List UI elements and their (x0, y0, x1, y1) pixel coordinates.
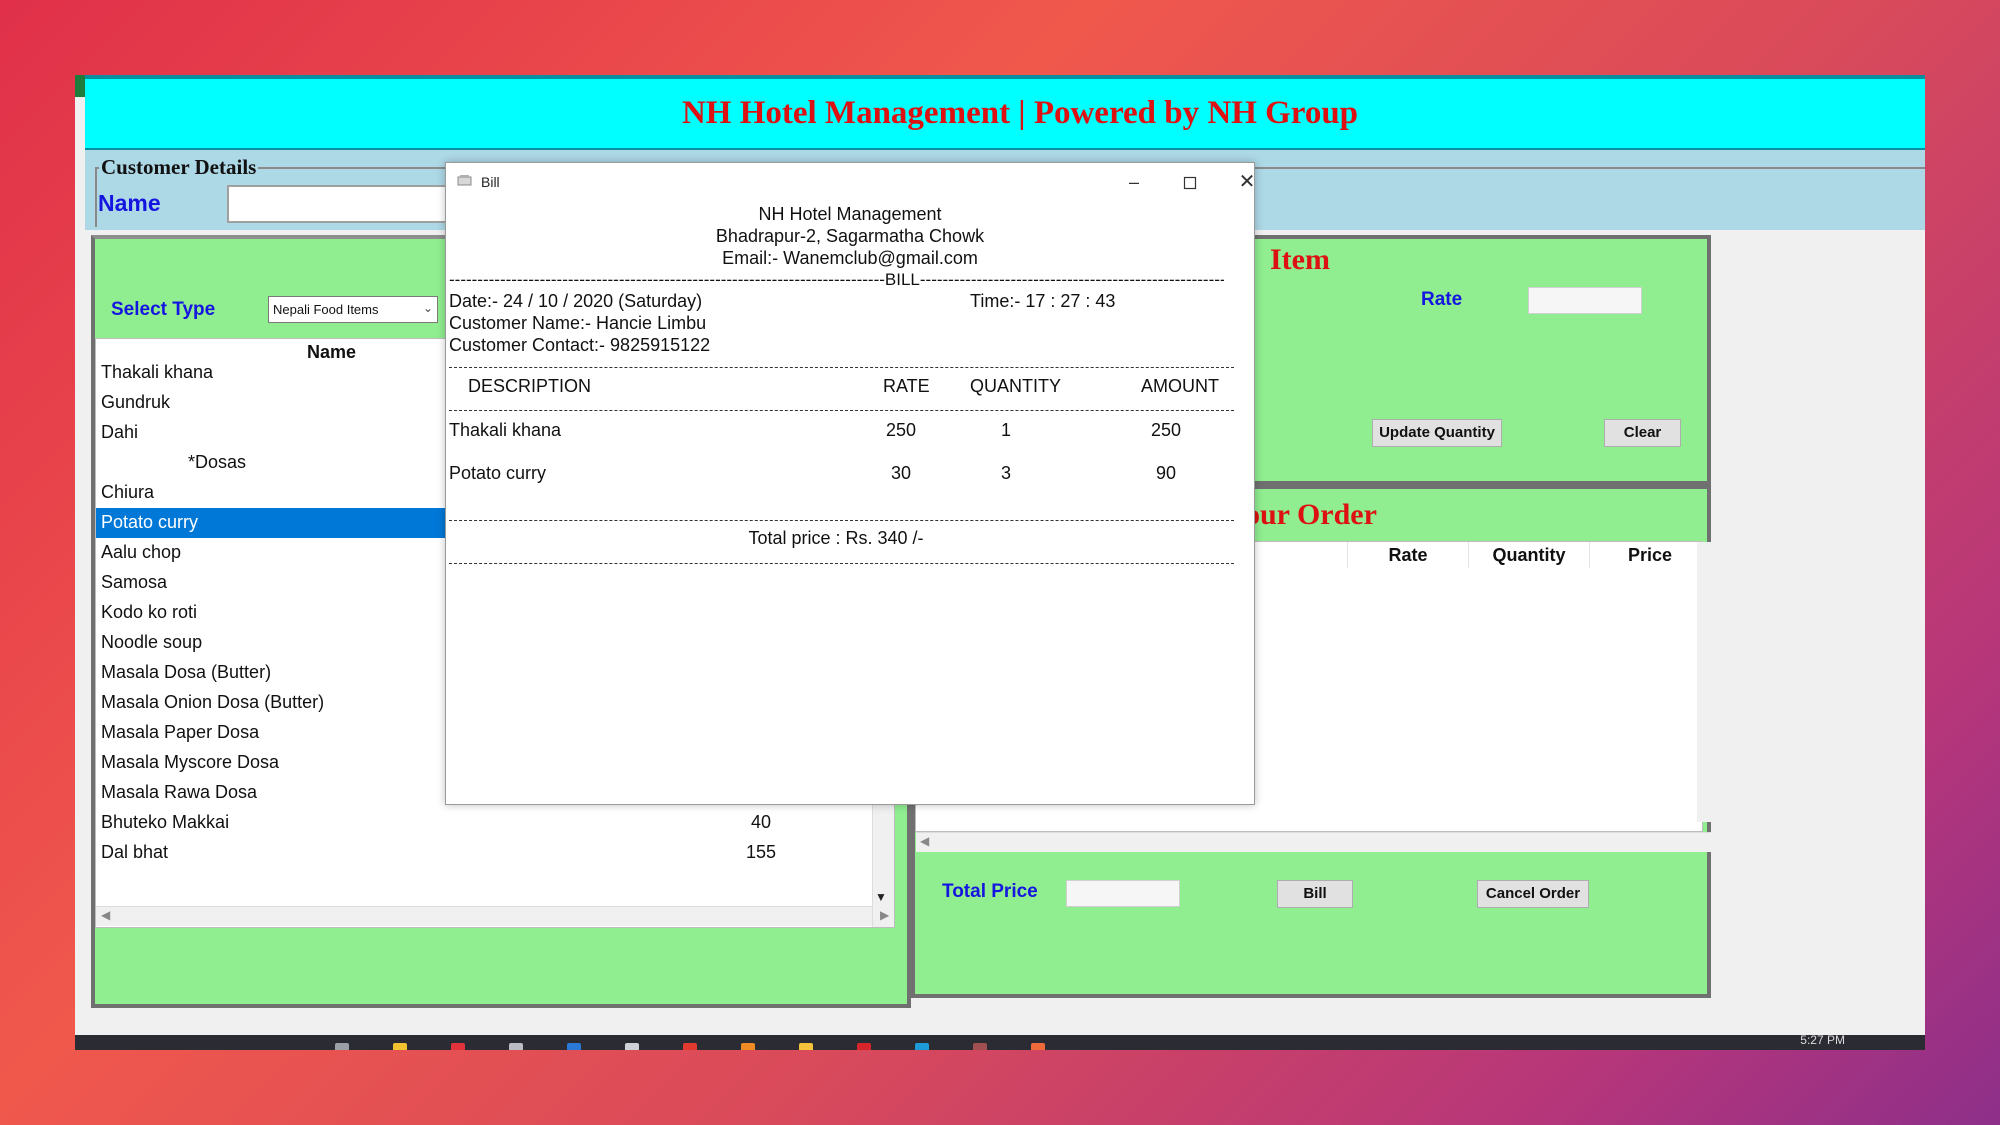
app-icon (457, 175, 472, 186)
bill-column-amount: AMOUNT (1141, 376, 1219, 396)
taskbar-app-icon[interactable] (335, 1043, 349, 1050)
taskbar-app-icon[interactable] (915, 1043, 929, 1050)
bill-hotel-name: NH Hotel Management (758, 204, 942, 224)
scroll-left-arrow-icon[interactable]: ◀ (920, 834, 929, 848)
clear-button[interactable]: Clear (1604, 419, 1681, 447)
close-icon[interactable]: ✕ (1223, 167, 1254, 197)
taskbar-app-icon[interactable] (857, 1043, 871, 1050)
divider (449, 563, 1234, 564)
scroll-down-arrow-icon[interactable]: ▼ (875, 890, 887, 904)
bill-email: Email:- Wanemclub@gmail.com (722, 248, 978, 268)
food-row[interactable]: Bhuteko Makkai 40 (96, 808, 876, 838)
bill-titlebar[interactable]: Bill – ✕ (446, 163, 1254, 201)
bill-item-description: Thakali khana (449, 420, 562, 440)
bill-item-amount: 250 (1150, 420, 1182, 440)
divider (449, 520, 1234, 521)
food-name: Noodle soup (101, 632, 203, 652)
food-name: Potato curry (101, 512, 199, 532)
taskbar-clock[interactable]: 5:27 PM (1800, 1035, 1845, 1047)
scroll-left-arrow-icon[interactable]: ◀ (101, 908, 110, 922)
food-name: Masala Onion Dosa (Butter) (101, 692, 325, 712)
bill-button[interactable]: Bill (1277, 880, 1353, 908)
taskbar-app-icon[interactable] (625, 1043, 639, 1050)
minimize-icon[interactable]: – (1110, 167, 1158, 197)
taskbar-app-icon[interactable] (1031, 1043, 1045, 1050)
bill-window-title: Bill (481, 174, 500, 190)
food-name: Gundruk (101, 392, 171, 412)
bill-item-description: Potato curry (449, 463, 547, 483)
order-panel-title: our Order (1245, 498, 1377, 531)
taskbar-app-icon[interactable] (741, 1043, 755, 1050)
cancel-order-button[interactable]: Cancel Order (1477, 880, 1589, 908)
taskbar: 5:27 PM (75, 1035, 1925, 1050)
total-price-label: Total Price (942, 881, 1038, 902)
maximize-icon[interactable] (1166, 167, 1214, 197)
bill-total-price: Total price : Rs. 340 /- (748, 528, 924, 548)
bill-time: Time:- 17 : 27 : 43 (970, 291, 1116, 311)
bill-item-quantity: 3 (1000, 463, 1011, 483)
food-name: Masala Rawa Dosa (101, 782, 258, 802)
food-name: Masala Paper Dosa (101, 722, 260, 742)
order-column-rate[interactable]: Rate (1358, 545, 1458, 566)
food-category-name: *Dosas (188, 452, 247, 472)
taskbar-app-icon[interactable] (683, 1043, 697, 1050)
order-column-quantity[interactable]: Quantity (1469, 545, 1589, 566)
food-row[interactable]: Dal bhat 155 (96, 838, 876, 868)
food-name: Masala Myscore Dosa (101, 752, 280, 772)
food-list-horizontal-scrollbar[interactable] (96, 906, 872, 926)
bill-column-quantity: QUANTITY (970, 376, 1062, 396)
divider (449, 367, 1234, 368)
order-table-vertical-scrollbar[interactable] (1697, 542, 1711, 822)
app-header: NH Hotel Management | Powered by NH Grou… (85, 75, 1925, 150)
column-divider (1347, 542, 1348, 568)
order-table-horizontal-scrollbar[interactable] (916, 832, 1711, 852)
chevron-down-icon: ⌄ (422, 301, 433, 315)
food-name: Thakali khana (101, 362, 214, 382)
food-name: Chiura (101, 482, 155, 502)
bill-item-quantity: 1 (1000, 420, 1011, 440)
select-type-label: Select Type (111, 299, 216, 320)
window-border (75, 75, 85, 1050)
bill-dialog: Bill – ✕ NH Hotel Management Bhadrapur-2… (445, 162, 1255, 805)
food-name: Samosa (101, 572, 168, 592)
food-name: Masala Dosa (Butter) (101, 662, 272, 682)
bill-address: Bhadrapur-2, Sagarmatha Chowk (715, 226, 985, 246)
taskbar-app-icon[interactable] (393, 1043, 407, 1050)
update-quantity-button[interactable]: Update Quantity (1372, 419, 1502, 447)
bill-customer-name: Customer Name:- Hancie Limbu (449, 313, 707, 333)
taskbar-app-icon[interactable] (451, 1043, 465, 1050)
rate-label: Rate (1421, 289, 1463, 310)
food-price: 40 (750, 812, 772, 832)
food-name: Aalu chop (101, 542, 182, 562)
name-label: Name (98, 190, 161, 216)
food-name: Dal bhat (101, 842, 169, 862)
item-panel-title: Item (1270, 243, 1330, 276)
bill-customer-contact: Customer Contact:- 9825915122 (449, 335, 711, 355)
taskbar-app-icon[interactable] (567, 1043, 581, 1050)
app-title: NH Hotel Management | Powered by NH Grou… (681, 95, 1359, 131)
bill-divider: ----------------------------------------… (449, 270, 1224, 289)
order-column-price[interactable]: Price (1590, 545, 1710, 566)
bill-item-rate: 250 (885, 420, 917, 440)
scroll-right-arrow-icon[interactable]: ▶ (880, 908, 889, 922)
bill-item-rate: 30 (890, 463, 912, 483)
food-type-select-value: Nepali Food Items (273, 302, 379, 317)
food-price: 155 (745, 842, 777, 862)
taskbar-app-icon[interactable] (973, 1043, 987, 1050)
bill-item-amount: 90 (1155, 463, 1177, 483)
bill-column-description: DESCRIPTION (468, 376, 592, 396)
rate-field[interactable] (1528, 287, 1642, 314)
food-name: Bhuteko Makkai (101, 812, 230, 832)
food-type-select[interactable]: Nepali Food Items ⌄ (268, 296, 438, 323)
food-name: Kodo ko roti (101, 602, 198, 622)
window-accent (75, 75, 85, 97)
bill-column-rate: RATE (883, 376, 930, 396)
customer-details-label: Customer Details (99, 155, 259, 180)
total-price-field[interactable] (1066, 880, 1180, 907)
food-name: Dahi (101, 422, 139, 442)
taskbar-app-icon[interactable] (799, 1043, 813, 1050)
divider (449, 410, 1234, 411)
taskbar-app-icon[interactable] (509, 1043, 523, 1050)
bill-date: Date:- 24 / 10 / 2020 (Saturday) (449, 291, 703, 311)
